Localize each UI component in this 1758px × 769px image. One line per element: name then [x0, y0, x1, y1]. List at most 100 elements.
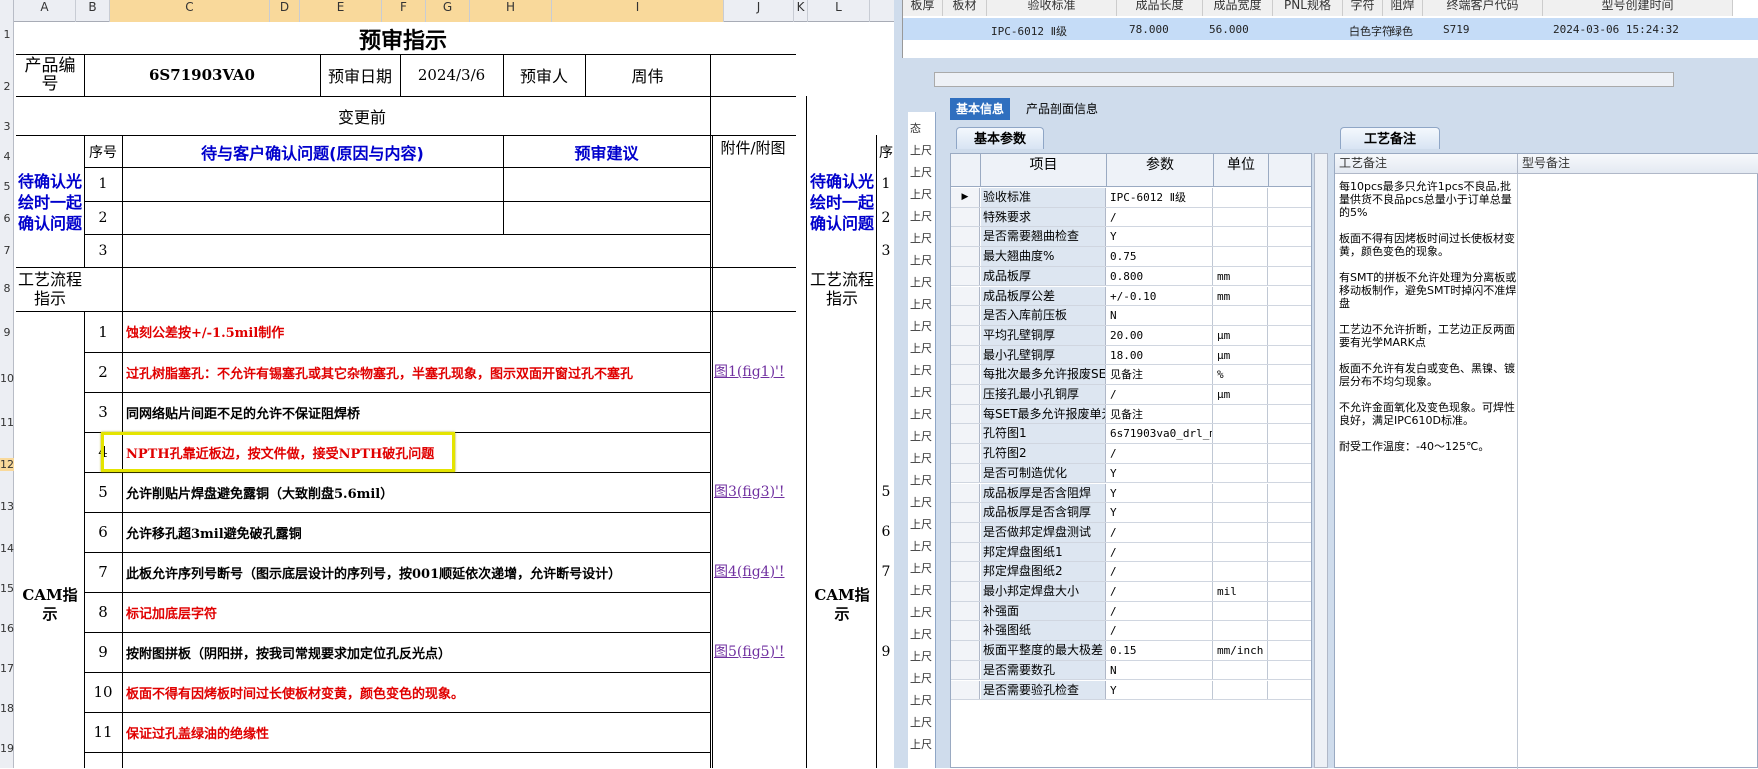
item-text[interactable]: 蚀刻公差按+/-1.5mil制作	[126, 312, 706, 351]
col-header[interactable]: J	[724, 0, 794, 22]
param-unit[interactable]	[1214, 463, 1268, 483]
param-row[interactable]: 每批次最多允许报废SET 见备注%	[951, 365, 1311, 385]
param-value[interactable]: Y	[1107, 463, 1213, 483]
param-row[interactable]: 成品板厚 0.800 mm	[951, 266, 1311, 287]
item-text[interactable]: 允许移孔超3mil避免破孔露铜	[126, 513, 706, 551]
param-value[interactable]: 见备注	[1107, 404, 1213, 424]
param-unit[interactable]	[1214, 522, 1268, 542]
param-unit[interactable]	[1214, 444, 1268, 463]
row-header[interactable]: 4	[0, 150, 14, 163]
param-value[interactable]: 6s71903va0_drl_m...	[1107, 424, 1213, 444]
row-selector[interactable]	[951, 542, 980, 562]
spreadsheet[interactable]: A B C D E F G H I J K L 1 2 3 4 5 6 7 8 …	[0, 0, 894, 768]
row-header[interactable]: 2	[0, 80, 14, 93]
param-unit[interactable]	[1214, 621, 1268, 641]
row-selector[interactable]	[951, 325, 980, 345]
row-header[interactable]: 11	[0, 416, 14, 429]
param-unit[interactable]	[1214, 660, 1268, 680]
param-unit[interactable]	[1214, 247, 1268, 266]
row-selector[interactable]	[951, 286, 980, 306]
param-value[interactable]: /	[1107, 582, 1213, 601]
param-value[interactable]: N	[1107, 306, 1213, 325]
col-header[interactable]: K	[794, 0, 808, 22]
param-value[interactable]: 见备注	[1107, 365, 1213, 384]
row-selector[interactable]	[951, 444, 980, 463]
param-value[interactable]: /	[1107, 207, 1213, 227]
attachment-link[interactable]: 图5(fig5)'!	[714, 633, 794, 671]
param-unit[interactable]: μm	[1214, 325, 1268, 345]
row-selector[interactable]	[951, 483, 980, 503]
param-row[interactable]: ▶ 验收标准 IPC-6012 Ⅱ级	[951, 188, 1311, 208]
vertical-scrollbar[interactable]	[1314, 153, 1328, 768]
row-header[interactable]: 19	[0, 742, 14, 755]
param-value[interactable]: /	[1107, 542, 1213, 562]
row-header[interactable]: 14	[0, 542, 14, 555]
attachment-link[interactable]: 图4(fig4)'!	[714, 553, 794, 591]
col-header[interactable]: E	[300, 0, 382, 22]
param-row[interactable]: 平均孔壁铜厚 20.00 μm	[951, 325, 1311, 346]
row-header[interactable]: 12	[0, 458, 14, 471]
grid-col-header[interactable]: 板厚	[903, 0, 943, 16]
row-selector[interactable]	[951, 247, 980, 266]
product-grid-row[interactable]: IPC-6012 Ⅱ级 78.000 56.000 白色字符 绿色 S719 2…	[903, 18, 1758, 40]
col-unit[interactable]: 单位	[1214, 154, 1269, 187]
param-unit[interactable]: %	[1214, 365, 1268, 384]
horizontal-scrollbar[interactable]	[934, 72, 1674, 87]
review-date[interactable]: 2024/3/6	[402, 56, 501, 94]
param-value[interactable]: 0.800	[1107, 266, 1213, 286]
param-value[interactable]: 18.00	[1107, 345, 1213, 365]
seq-cell[interactable]: 1	[86, 168, 120, 200]
item-text[interactable]: 此板允许序列号断号（图示底层设计的序列号，按001顺延依次递增，允许断号设计）	[126, 553, 706, 591]
param-value[interactable]: /	[1107, 601, 1213, 621]
row-selector[interactable]	[951, 522, 980, 542]
col-header[interactable]: A	[14, 0, 76, 22]
param-value[interactable]: /	[1107, 621, 1213, 641]
param-row[interactable]: 补强面 /	[951, 601, 1311, 622]
item-text[interactable]: 板面不得有因烤板时间过长使板材变黄，颜色变色的现象。	[126, 673, 706, 711]
param-row[interactable]: 是否需要验孔检查 Y	[951, 680, 1311, 701]
param-unit[interactable]: mm	[1214, 286, 1268, 306]
col-header[interactable]: H	[470, 0, 552, 22]
col-header[interactable]: F	[382, 0, 426, 22]
tab-basic-params[interactable]: 基本参数	[956, 127, 1044, 149]
param-value[interactable]: 20.00	[1107, 325, 1213, 345]
row-selector[interactable]	[951, 266, 980, 286]
param-unit[interactable]	[1214, 188, 1268, 207]
param-value[interactable]: /	[1107, 522, 1213, 542]
grid-col-header[interactable]: 成品宽度	[1203, 0, 1273, 16]
param-row[interactable]: 每SET最多允许报废单元 见备注	[951, 404, 1311, 425]
row-selector[interactable]	[951, 641, 980, 660]
row-selector[interactable]	[951, 463, 980, 483]
param-value[interactable]: Y	[1107, 227, 1213, 247]
attachment-link[interactable]: 图1(fig1)'!	[714, 353, 794, 391]
param-unit[interactable]	[1214, 483, 1268, 503]
tab-process-notes[interactable]: 工艺备注	[1340, 127, 1440, 149]
param-row[interactable]: 最小孔壁铜厚 18.00 μm	[951, 345, 1311, 366]
param-row[interactable]: 是否可制造优化 Y	[951, 463, 1311, 484]
item-text[interactable]: 保证过孔盖绿油的绝缘性	[126, 713, 706, 751]
row-selector[interactable]	[951, 660, 980, 680]
row-header[interactable]: 6	[0, 212, 14, 225]
row-selector[interactable]	[951, 601, 980, 621]
row-header[interactable]: 5	[0, 180, 14, 193]
reviewer[interactable]: 周伟	[587, 56, 708, 94]
row-header[interactable]: 7	[0, 244, 14, 257]
param-value[interactable]: N	[1107, 660, 1213, 680]
param-unit[interactable]	[1214, 601, 1268, 621]
param-unit[interactable]: mm/inch	[1214, 641, 1268, 660]
row-selector[interactable]	[951, 680, 980, 700]
param-unit[interactable]	[1214, 207, 1268, 227]
tab-profile-info[interactable]: 产品剖面信息	[1020, 98, 1104, 120]
grid-col-header[interactable]: 字符	[1343, 0, 1383, 16]
col-header[interactable]: D	[270, 0, 300, 22]
param-row[interactable]: 成品板厚公差 +/-0.10 mm	[951, 286, 1311, 307]
param-row[interactable]: 特殊要求 /	[951, 207, 1311, 228]
param-unit[interactable]	[1214, 227, 1268, 247]
col-item[interactable]: 项目	[981, 154, 1107, 187]
row-header[interactable]: 10	[0, 372, 14, 385]
param-row[interactable]: 邦定焊盘图纸1/	[951, 542, 1311, 563]
row-header[interactable]: 13	[0, 500, 14, 513]
item-text[interactable]: 标记加底层字符	[126, 593, 706, 631]
row-header[interactable]: 1	[0, 28, 14, 41]
param-value[interactable]: /	[1107, 562, 1213, 581]
